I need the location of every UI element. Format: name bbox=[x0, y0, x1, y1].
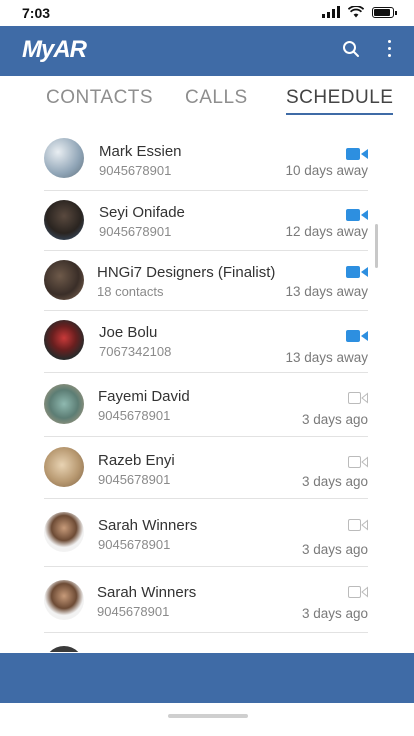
contact-name: HNGi7 Designers (Finalist) bbox=[97, 264, 276, 281]
tab-schedule[interactable]: SCHEDULE bbox=[286, 87, 394, 115]
contact-name: Joe Bolu bbox=[99, 324, 158, 341]
list-item[interactable]: Fayemi David 9045678901 3 days ago bbox=[44, 372, 368, 437]
wifi-icon bbox=[348, 6, 364, 18]
video-call-icon[interactable] bbox=[348, 456, 368, 468]
avatar bbox=[44, 384, 84, 424]
schedule-time: 10 days away bbox=[285, 163, 368, 178]
avatar bbox=[44, 260, 84, 300]
video-call-icon[interactable] bbox=[348, 586, 368, 598]
app-bar: MyAR bbox=[0, 26, 414, 76]
schedule-time: 13 days away bbox=[285, 350, 368, 365]
avatar bbox=[44, 447, 84, 487]
schedule-time: 12 days away bbox=[285, 224, 368, 239]
video-call-icon[interactable] bbox=[346, 208, 368, 222]
status-icons bbox=[322, 6, 397, 18]
scrollbar[interactable] bbox=[375, 224, 378, 268]
home-indicator[interactable] bbox=[168, 714, 248, 718]
tab-bar: CONTACTS CALLS SCHEDULE bbox=[0, 76, 414, 126]
tab-schedule-label: SCHEDULE bbox=[286, 87, 394, 108]
schedule-time: 3 days ago bbox=[301, 412, 368, 427]
contact-name: Sarah Winners bbox=[97, 584, 197, 601]
contact-detail: 9045678901 bbox=[98, 537, 171, 552]
contact-detail: 9045678901 bbox=[99, 163, 172, 178]
app-logo: MyAR bbox=[22, 36, 87, 63]
avatar bbox=[44, 138, 84, 178]
tab-calls[interactable]: CALLS bbox=[185, 87, 248, 109]
video-call-icon[interactable] bbox=[346, 147, 368, 161]
schedule-list[interactable]: Mark Essien 9045678901 10 days away Seyi… bbox=[0, 128, 414, 652]
list-item[interactable]: Mark Essien 9045678901 10 days away bbox=[44, 136, 368, 191]
active-tab-indicator bbox=[286, 113, 394, 115]
contact-name: Seyi Onifade bbox=[99, 204, 185, 221]
video-call-icon[interactable] bbox=[348, 392, 368, 404]
avatar bbox=[44, 512, 84, 552]
schedule-time: 3 days ago bbox=[301, 474, 368, 489]
avatar bbox=[44, 580, 84, 620]
signal-icon bbox=[322, 6, 340, 18]
search-icon[interactable] bbox=[342, 40, 360, 58]
list-item[interactable]: Seyi Onifade 9045678901 12 days away bbox=[44, 190, 368, 251]
contact-detail: 9045678901 bbox=[99, 224, 172, 239]
schedule-time: 3 days ago bbox=[301, 542, 368, 557]
list-item[interactable]: Sarah Winners 9045678901 3 days ago bbox=[44, 498, 368, 567]
more-options-icon[interactable] bbox=[386, 40, 392, 57]
avatar bbox=[44, 200, 84, 240]
avatar bbox=[44, 320, 84, 360]
list-item[interactable]: Sarah Winners 9045678901 3 days ago bbox=[44, 566, 368, 633]
list-item[interactable]: HNGi7 Designers (Finalist) 18 contacts 1… bbox=[44, 250, 368, 311]
schedule-time: 3 days ago bbox=[301, 606, 368, 621]
video-call-icon[interactable] bbox=[346, 329, 368, 343]
contact-name: Fayemi David bbox=[98, 388, 190, 405]
contact-name: Mark Essien bbox=[99, 143, 182, 160]
video-call-icon[interactable] bbox=[348, 519, 368, 531]
list-item[interactable]: Razeb Enyi 9045678901 3 days ago bbox=[44, 436, 368, 499]
list-item[interactable]: Joe Bolu 7067342108 13 days away bbox=[44, 310, 368, 373]
tab-contacts[interactable]: CONTACTS bbox=[46, 87, 153, 109]
bottom-bar bbox=[0, 653, 414, 703]
contact-name: Sarah Winners bbox=[98, 517, 198, 534]
battery-icon bbox=[372, 7, 397, 18]
contact-name: Razeb Enyi bbox=[98, 452, 175, 469]
contact-detail: 18 contacts bbox=[97, 284, 164, 299]
status-time: 7:03 bbox=[22, 5, 51, 21]
status-bar: 7:03 bbox=[0, 0, 414, 26]
contact-detail: 7067342108 bbox=[99, 344, 172, 359]
contact-detail: 9045678901 bbox=[98, 472, 171, 487]
contact-detail: 9045678901 bbox=[97, 604, 170, 619]
contact-detail: 9045678901 bbox=[98, 408, 171, 423]
avatar bbox=[44, 646, 84, 652]
schedule-time: 13 days away bbox=[285, 284, 368, 299]
video-call-icon[interactable] bbox=[346, 265, 368, 279]
